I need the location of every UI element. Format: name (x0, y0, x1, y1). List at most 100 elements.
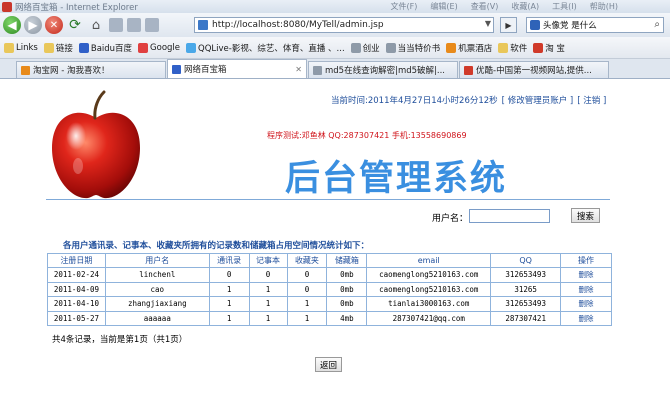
cell-register-date: 2011-02-24 (47, 267, 106, 283)
tab-youku[interactable]: 优酷-中国第一视频网站,提供... (459, 61, 609, 78)
menu-tools[interactable]: 工具(I) (552, 1, 577, 12)
apple-logo (52, 90, 140, 199)
cell-storage: 0mb (326, 267, 368, 283)
col-header-favorites: 收藏夹 (286, 253, 328, 268)
back-button[interactable]: 返回 (315, 357, 342, 372)
col-header-action: 操作 (560, 253, 612, 268)
pager-info: 共4条记录，当前是第1页（共1页） (52, 335, 188, 345)
logout-link[interactable]: [ 注销 ] (577, 96, 606, 106)
modify-admin-link[interactable]: [ 修改管理员账户 ] (502, 96, 574, 106)
cell-notes: 1 (248, 281, 288, 297)
fav-item-tickets[interactable]: 机票酒店 (446, 42, 492, 54)
tab-md5[interactable]: md5在线查询解密|md5破解|... (308, 61, 458, 78)
print-icon[interactable] (145, 18, 159, 32)
col-header-contacts: 通讯录 (208, 253, 250, 268)
cell-favorites: 1 (286, 310, 328, 326)
search-bar-text[interactable]: 头像党 是什么 (543, 19, 597, 31)
cell-contacts: 1 (208, 281, 250, 297)
datetime-text: 当前时间:2011年4月27日14小时26分12秒 (331, 96, 498, 106)
delete-link[interactable]: 删除 (560, 310, 612, 326)
table-header-row: 注册日期 用户名 通讯录 记事本 收藏夹 储藏箱 email QQ 操作 (47, 253, 612, 268)
col-header-qq: QQ (490, 253, 562, 268)
history-icon[interactable] (109, 18, 123, 32)
table-row: 2011-04-09 cao 1 1 0 0mb caomenglong5210… (47, 281, 612, 297)
programmer-info: 程序测试:邓鱼林 QQ:287307421 手机:13558690869 (267, 131, 467, 140)
youku-icon (464, 65, 473, 75)
cell-favorites: 0 (286, 267, 328, 283)
current-datetime: 当前时间:2011年4月27日14小时26分12秒 [ 修改管理员账户 ][ 注销… (331, 94, 606, 106)
back-arrow-icon[interactable]: ◀ (3, 16, 21, 34)
cell-username: aaaaaa (104, 310, 210, 326)
tab-admin[interactable]: 网络百宝箱 ✕ (167, 59, 307, 78)
home-icon[interactable]: ⌂ (87, 16, 105, 34)
favorites-star-icon[interactable] (127, 18, 141, 32)
menu-help[interactable]: 帮助(H) (590, 1, 618, 12)
menu-file[interactable]: 文件(F) (391, 1, 418, 12)
fav-item-taobao[interactable]: 淘 宝 (533, 42, 565, 54)
cell-username: cao (104, 281, 210, 297)
window-titlebar: 网络百宝箱 - Internet Explorer 文件(F) 编辑(E) 查看… (0, 0, 670, 13)
close-icon[interactable]: ✕ (295, 65, 302, 74)
cell-contacts: 1 (208, 296, 250, 312)
cell-register-date: 2011-04-10 (47, 296, 106, 312)
menu-favorites[interactable]: 收藏(A) (511, 1, 539, 12)
page-icon (446, 42, 457, 53)
folder-icon (4, 42, 14, 53)
col-header-register-date: 注册日期 (47, 253, 106, 268)
fav-item-software[interactable]: 软件 (498, 42, 527, 54)
folder-icon (43, 42, 54, 53)
page-icon (385, 42, 396, 53)
cell-notes: 1 (248, 296, 288, 312)
cell-contacts: 0 (208, 267, 250, 283)
fav-item-dangdang[interactable]: 当当特价书 (385, 42, 440, 54)
cell-qq: 312653493 (490, 296, 562, 312)
search-engine-icon (530, 20, 540, 30)
cell-storage: 0mb (326, 281, 368, 297)
table-row: 2011-05-27 aaaaaa 1 1 1 4mb 287307421@qq… (47, 310, 612, 326)
cell-qq: 287307421 (490, 310, 562, 326)
cell-email: tianlai3000163.com (366, 296, 492, 312)
stop-icon[interactable]: ✕ (45, 16, 63, 34)
cell-email: caomenglong5210163.com (366, 281, 492, 297)
refresh-icon[interactable]: ⟳ (66, 16, 84, 34)
search-icon[interactable]: ⌕ (654, 19, 660, 30)
menu-edit[interactable]: 编辑(E) (430, 1, 457, 12)
favorites-bar: Links 链接 Baidu百度 Google QQLive-影视、综艺、体育、… (0, 37, 670, 59)
baidu-icon (78, 42, 89, 53)
divider (46, 199, 610, 200)
ie-icon (2, 1, 12, 12)
search-button[interactable]: 搜索 (571, 208, 600, 223)
taobao-icon (533, 42, 544, 53)
forward-arrow-icon[interactable]: ▶ (24, 16, 42, 34)
go-button[interactable]: ▶ (500, 17, 517, 33)
page-icon (198, 20, 208, 30)
cell-username: zhangjiaxiang (104, 296, 210, 312)
menu-view[interactable]: 查看(V) (471, 1, 499, 12)
cell-favorites: 0 (286, 281, 328, 297)
fav-item-baidu[interactable]: Baidu百度 (78, 42, 132, 54)
cell-email: 287307421@qq.com (366, 310, 492, 326)
delete-link[interactable]: 删除 (560, 267, 612, 283)
username-label: 用户名： (432, 214, 469, 224)
cell-register-date: 2011-05-27 (47, 310, 106, 326)
fav-item-startup[interactable]: 创业 (350, 42, 380, 54)
col-header-notes: 记事本 (248, 253, 288, 268)
fav-item-link[interactable]: 链接 (43, 42, 73, 54)
username-search-input[interactable] (469, 209, 550, 223)
delete-link[interactable]: 删除 (560, 281, 612, 297)
url-text[interactable]: http://localhost:8080/MyTell/admin.jsp (212, 20, 384, 30)
fav-item-google[interactable]: Google (138, 42, 180, 53)
chevron-down-icon[interactable]: ▼ (485, 19, 491, 28)
user-stats-table: 注册日期 用户名 通讯录 记事本 收藏夹 储藏箱 email QQ 操作 201… (47, 253, 612, 326)
page-icon (313, 65, 322, 75)
table-caption: 各用户通讯录、记事本、收藏夹所拥有的记录数和储藏箱占用空间情况统计如下： (63, 241, 370, 251)
delete-link[interactable]: 删除 (560, 296, 612, 312)
fav-item-links[interactable]: Links (4, 42, 38, 53)
page-icon (350, 42, 361, 53)
search-bar[interactable]: 头像党 是什么 ⌕ (526, 17, 664, 33)
fav-item-qqlive[interactable]: QQLive-影视、综艺、体育、直播 、... (186, 42, 345, 54)
folder-icon (498, 42, 509, 53)
tab-taobao[interactable]: 淘宝网 - 淘我喜欢！ (16, 61, 166, 78)
address-bar[interactable]: http://localhost:8080/MyTell/admin.jsp ▼ (194, 17, 494, 33)
page-icon (172, 64, 181, 74)
